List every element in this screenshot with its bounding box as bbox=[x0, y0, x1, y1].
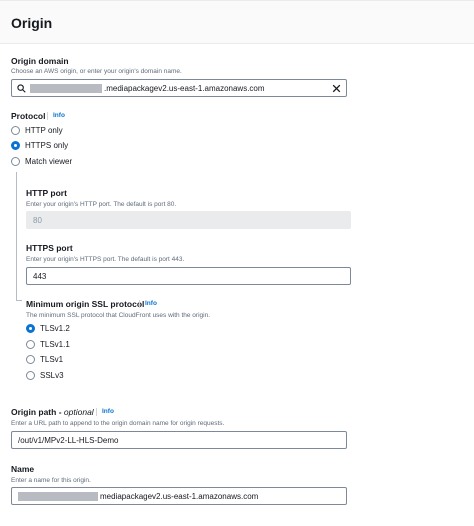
radio-button[interactable] bbox=[26, 340, 35, 349]
https-port-label: HTTPS port bbox=[26, 243, 73, 253]
origin-domain-description: Choose an AWS origin, or enter your orig… bbox=[11, 68, 182, 75]
http-port-label: HTTP port bbox=[26, 188, 67, 198]
origin-domain-value: .mediapackagev2.us-east-1.amazonaws.com bbox=[104, 83, 265, 93]
protocol-option-match-viewer[interactable]: Match viewer bbox=[11, 157, 72, 166]
radio-button[interactable] bbox=[11, 157, 20, 166]
radio-label: Match viewer bbox=[25, 157, 73, 166]
redacted-domain-prefix bbox=[30, 83, 102, 93]
radio-label: HTTPS only bbox=[25, 141, 69, 150]
http-port-description: Enter your origin's HTTP port. The defau… bbox=[26, 201, 177, 208]
radio-label: TLSv1 bbox=[40, 355, 64, 364]
protocol-option-https-only[interactable]: HTTPS only bbox=[11, 141, 68, 150]
info-separator bbox=[139, 300, 140, 308]
ssl-option-tlsv1-1[interactable]: TLSv1.1 bbox=[26, 340, 70, 349]
radio-button-selected[interactable] bbox=[26, 324, 35, 333]
origin-path-description: Enter a URL path to append to the origin… bbox=[11, 420, 225, 427]
info-separator bbox=[47, 112, 48, 120]
radio-button[interactable] bbox=[26, 371, 35, 380]
ssl-protocol-label: Minimum origin SSL protocol bbox=[26, 299, 145, 309]
ssl-option-tlsv1-2[interactable]: TLSv1.2 bbox=[26, 324, 70, 333]
nested-group-line bbox=[16, 172, 17, 300]
ssl-info-link[interactable]: Info bbox=[145, 300, 157, 307]
protocol-label: Protocol bbox=[11, 111, 46, 121]
origin-section-header: Origin bbox=[0, 0, 474, 44]
section-title: Origin bbox=[11, 15, 53, 31]
protocol-info-link[interactable]: Info bbox=[53, 112, 65, 119]
radio-label: TLSv1.2 bbox=[40, 324, 70, 333]
search-icon bbox=[17, 84, 26, 93]
origin-domain-input[interactable]: .mediapackagev2.us-east-1.amazonaws.com bbox=[11, 79, 347, 97]
origin-domain-label: Origin domain bbox=[11, 56, 69, 66]
optional-tag: optional bbox=[63, 407, 94, 417]
name-description: Enter a name for this origin. bbox=[11, 477, 91, 484]
radio-button[interactable] bbox=[11, 126, 20, 135]
ssl-option-sslv3[interactable]: SSLv3 bbox=[26, 371, 64, 380]
http-port-input: 80 bbox=[26, 211, 351, 229]
https-port-description: Enter your origin's HTTPS port. The defa… bbox=[26, 256, 185, 263]
radio-button[interactable] bbox=[26, 355, 35, 364]
radio-label: TLSv1.1 bbox=[40, 340, 70, 349]
ssl-protocol-description: The minimum SSL protocol that CloudFront… bbox=[26, 312, 211, 319]
name-value: mediapackagev2.us-east-1.amazonaws.com bbox=[100, 491, 259, 501]
radio-button-selected[interactable] bbox=[11, 141, 20, 150]
origin-path-input[interactable]: /out/v1/MPv2-LL-HLS-Demo bbox=[11, 431, 347, 449]
name-label: Name bbox=[11, 464, 35, 474]
nested-group-line-end bbox=[16, 300, 22, 301]
ssl-option-tlsv1[interactable]: TLSv1 bbox=[26, 355, 63, 364]
https-port-input[interactable]: 443 bbox=[26, 267, 351, 285]
info-separator bbox=[96, 408, 97, 416]
clear-icon[interactable] bbox=[331, 83, 342, 94]
name-input[interactable]: mediapackagev2.us-east-1.amazonaws.com bbox=[11, 487, 347, 505]
protocol-option-http-only[interactable]: HTTP only bbox=[11, 126, 63, 135]
radio-label: HTTP only bbox=[25, 126, 63, 135]
radio-label: SSLv3 bbox=[40, 371, 64, 380]
origin-path-label: Origin path - optional bbox=[11, 407, 94, 417]
origin-path-info-link[interactable]: Info bbox=[102, 408, 114, 415]
redacted-name-prefix bbox=[18, 491, 98, 501]
